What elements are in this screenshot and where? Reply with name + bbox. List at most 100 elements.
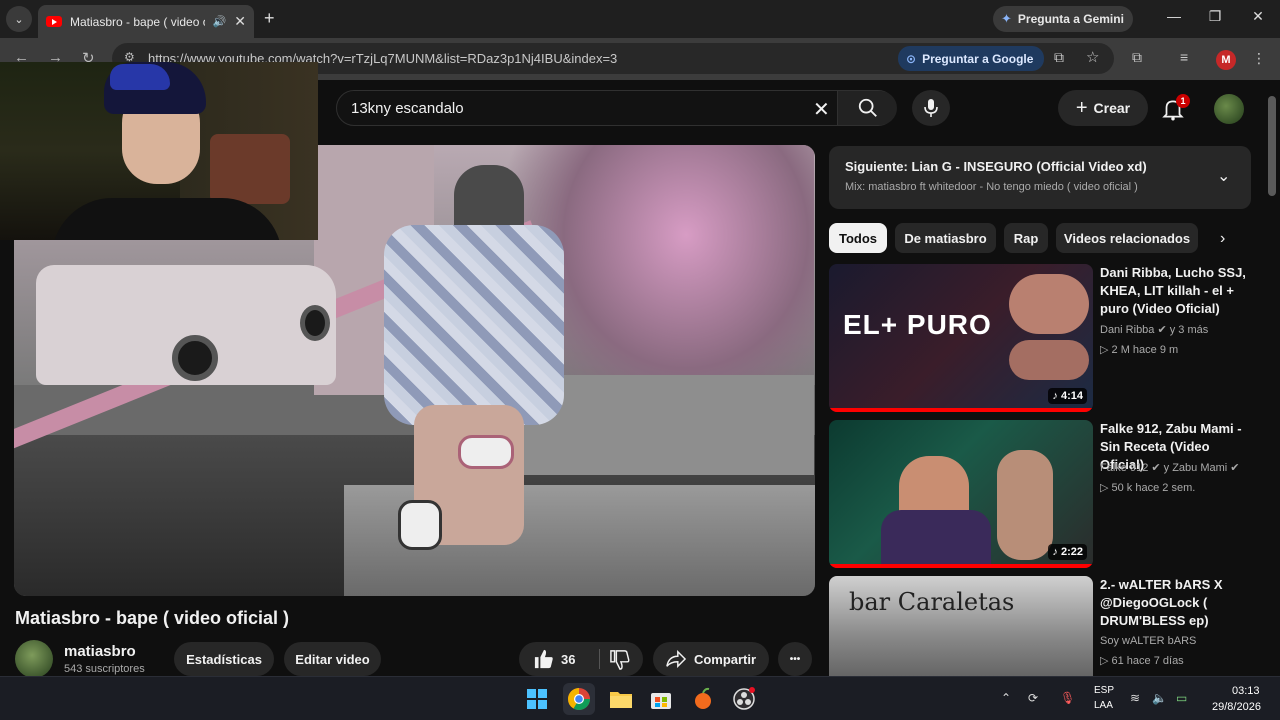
- gemini-label: Pregunta a Gemini: [1017, 12, 1124, 26]
- subscriber-count: 543 suscriptores: [64, 663, 145, 675]
- tray-microphone-icon[interactable]: 🎙: [1060, 691, 1075, 705]
- recommendation-title[interactable]: Dani Ribba, Lucho SSJ, KHEA, LIT killah …: [1100, 264, 1256, 318]
- taskbar-obs[interactable]: [728, 683, 760, 715]
- clock-date[interactable]: 29/8/2026: [1212, 701, 1261, 713]
- battery-icon[interactable]: ▭: [1176, 691, 1187, 705]
- maximize-window-icon[interactable]: ❐: [1203, 8, 1227, 25]
- audio-playing-icon[interactable]: 🔊: [213, 15, 227, 28]
- video-thumbnail[interactable]: EL+ PURO ♪ 4:14: [829, 264, 1093, 412]
- recommendation-meta: ▷ 61 hace 7 días: [1100, 655, 1184, 667]
- video-frame-shoe: [398, 500, 442, 550]
- scrollbar-thumb[interactable]: [1268, 96, 1276, 196]
- plus-icon: +: [1075, 96, 1088, 119]
- recommendation-channel[interactable]: Dani Ribba ✔ y 3 más: [1100, 323, 1208, 336]
- gemini-button[interactable]: ✦ Pregunta a Gemini: [993, 6, 1133, 32]
- notification-count-badge: 1: [1176, 94, 1190, 108]
- taskbar-file-explorer[interactable]: [605, 683, 637, 715]
- webcam-shirt: [52, 198, 282, 240]
- taskbar-chrome[interactable]: [563, 683, 595, 715]
- up-next-title: Siguiente: Lian G - INSEGURO (Official V…: [845, 159, 1147, 174]
- cast-icon[interactable]: ⧉: [1054, 49, 1064, 66]
- clear-search-icon[interactable]: ✕: [813, 97, 830, 122]
- recommendation-channel[interactable]: Soy wALTER bARS: [1100, 635, 1196, 647]
- recommendation-item[interactable]: EL+ PURO ♪ 4:14 Dani Ribba, Lucho SSJ, K…: [829, 264, 1259, 414]
- webcam-overlay: [0, 62, 318, 240]
- like-dislike-group: 36: [519, 642, 643, 676]
- windows-taskbar: ⌃ ⟳ 🎙 ESP LAA ≋ 🔈 ▭ 03:13 29/8/2026: [0, 676, 1280, 720]
- webcam-hair-highlight: [110, 64, 170, 90]
- taskbar-store[interactable]: [645, 683, 677, 715]
- create-label: Crear: [1093, 100, 1131, 116]
- recommendation-meta: ▷ 50 k hace 2 sem.: [1100, 482, 1196, 494]
- channel-avatar[interactable]: [15, 640, 53, 678]
- close-tab-icon[interactable]: ✕: [234, 13, 246, 30]
- like-count: 36: [561, 652, 576, 667]
- keyboard-layout[interactable]: LAA: [1094, 700, 1113, 711]
- volume-icon[interactable]: 🔈: [1152, 691, 1167, 705]
- channel-name[interactable]: matiasbro: [64, 643, 136, 660]
- video-duration: ♪ 4:14: [1048, 388, 1087, 404]
- tab-title: Matiasbro - bape ( video oficial ): [70, 14, 205, 29]
- voice-search-button[interactable]: [912, 90, 950, 126]
- search-query-text[interactable]: 13kny escandalo: [351, 100, 464, 117]
- microphone-icon: [924, 99, 938, 117]
- video-duration: ♪ 2:22: [1048, 544, 1087, 560]
- share-arrow-icon: [666, 650, 686, 668]
- browser-menu-icon[interactable]: ⋮: [1252, 50, 1266, 67]
- tray-sync-icon[interactable]: ⟳: [1028, 691, 1038, 705]
- up-next-panel[interactable]: Siguiente: Lian G - INSEGURO (Official V…: [829, 146, 1251, 209]
- media-controls-icon[interactable]: ≡: [1180, 49, 1188, 65]
- dislike-thumb-icon[interactable]: [609, 650, 631, 670]
- chip-related[interactable]: Videos relacionados: [1056, 223, 1198, 253]
- browser-profile-avatar[interactable]: M: [1216, 50, 1236, 70]
- statistics-button[interactable]: Estadísticas: [174, 642, 274, 676]
- like-thumb-icon[interactable]: [533, 649, 555, 669]
- ask-google-label: Preguntar a Google: [922, 51, 1034, 66]
- wifi-icon[interactable]: ≋: [1130, 691, 1140, 705]
- chevron-down-icon[interactable]: ⌄: [1217, 166, 1230, 186]
- more-actions-button[interactable]: •••: [778, 642, 812, 676]
- fruit-app-icon: [695, 687, 711, 709]
- video-frame-person-body: [384, 225, 564, 425]
- video-frame-shoe: [458, 435, 514, 469]
- create-button[interactable]: + Crear: [1058, 90, 1148, 126]
- video-thumbnail[interactable]: ♪ 2:22: [829, 420, 1093, 568]
- thumbnail-face: [1009, 340, 1089, 380]
- recommendation-item[interactable]: ♪ 2:22 Falke 912, Zabu Mami - Sin Receta…: [829, 420, 1259, 570]
- thumbnail-person-shirt: [881, 510, 991, 568]
- gemini-star-icon: ✦: [1001, 11, 1012, 26]
- watch-progress-bar: [829, 564, 1093, 568]
- recommendation-channel[interactable]: Falke 912 ✔ y Zabu Mami ✔: [1100, 461, 1239, 474]
- thumbnail-face: [1009, 274, 1089, 334]
- chevron-right-icon[interactable]: ›: [1220, 230, 1225, 248]
- account-avatar[interactable]: [1214, 94, 1244, 124]
- taskbar-fl-studio[interactable]: [687, 683, 719, 715]
- close-window-icon[interactable]: ✕: [1246, 8, 1270, 25]
- start-button[interactable]: [521, 683, 553, 715]
- share-button[interactable]: Compartir: [653, 642, 769, 676]
- video-thumbnail[interactable]: bar Caraletas: [829, 576, 1093, 676]
- up-next-subtitle: Mix: matiasbro ft whitedoor - No tengo m…: [845, 181, 1138, 193]
- chip-all[interactable]: Todos: [829, 223, 887, 253]
- ask-google-button[interactable]: ⊙ Preguntar a Google: [898, 46, 1044, 71]
- active-tab[interactable]: Matiasbro - bape ( video oficial ) 🔊 ✕: [38, 5, 254, 38]
- chip-from-channel[interactable]: De matiasbro: [895, 223, 996, 253]
- video-frame-wheel: [172, 335, 218, 381]
- keyboard-language[interactable]: ESP: [1094, 685, 1114, 696]
- minimize-window-icon[interactable]: —: [1162, 8, 1186, 24]
- search-input[interactable]: 13kny escandalo ✕: [336, 90, 897, 126]
- edit-video-button[interactable]: Editar video: [284, 642, 381, 676]
- extensions-icon[interactable]: ⧉: [1132, 49, 1142, 66]
- search-button[interactable]: [837, 91, 897, 125]
- chip-rap[interactable]: Rap: [1004, 223, 1048, 253]
- bookmark-star-icon[interactable]: ☆: [1086, 48, 1099, 66]
- recommendation-item[interactable]: bar Caraletas 2.- wALTER bARS X @DiegoOG…: [829, 576, 1259, 676]
- video-title: Matiasbro - bape ( video oficial ): [15, 608, 290, 628]
- thumbnail-person: [997, 450, 1053, 560]
- tray-overflow-chevron-icon[interactable]: ⌃: [1001, 691, 1011, 705]
- youtube-favicon-icon: [46, 16, 62, 27]
- tab-search-button[interactable]: ⌄: [6, 6, 32, 32]
- clock-time[interactable]: 03:13: [1232, 685, 1260, 697]
- new-tab-button[interactable]: +: [264, 8, 275, 29]
- recommendation-title[interactable]: 2.- wALTER bARS X @DiegoOGLock ( DRUM'BL…: [1100, 576, 1256, 630]
